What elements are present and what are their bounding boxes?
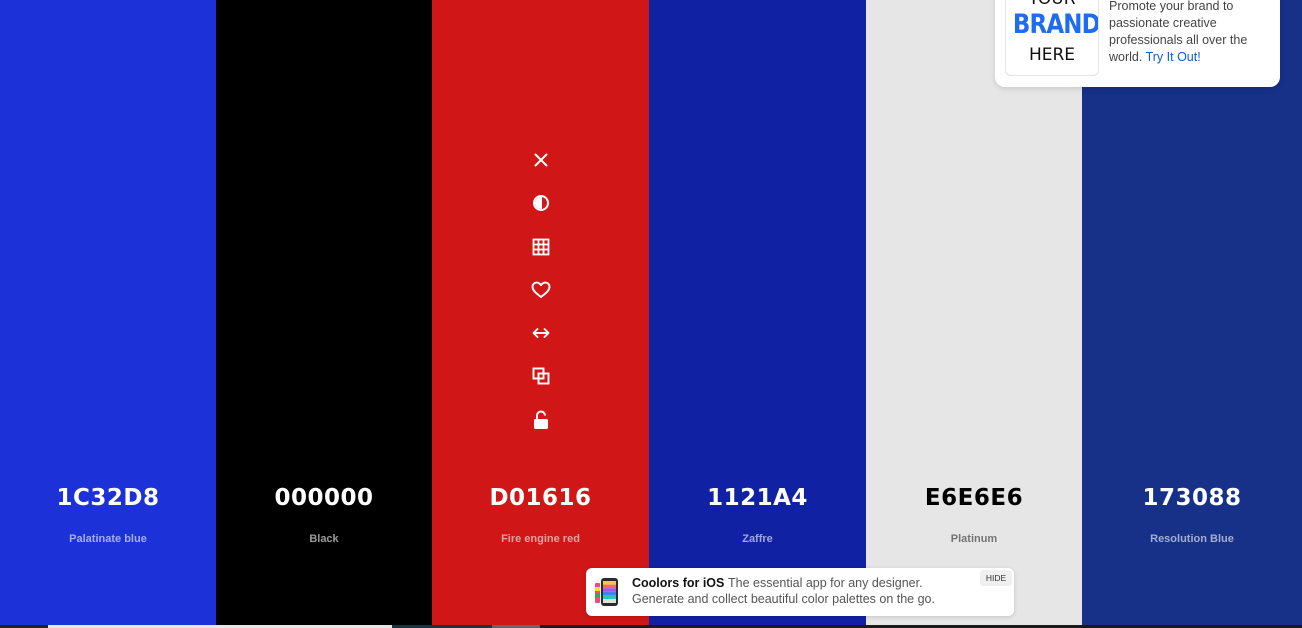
swatch-color-name[interactable]: Zaffre [649,531,866,547]
contrast-icon [532,195,549,212]
swatch-color-name[interactable]: Platinum [866,531,1082,547]
remove-color-button[interactable] [527,146,555,174]
ad-try-it-link[interactable]: Try It Out! [1146,50,1201,64]
drag-arrows-icon [532,328,549,339]
ios-banner-subtitle: Generate and collect beautiful color pal… [632,592,935,606]
swatch-palatinate-blue[interactable]: 1C32D8 Palatinate blue [0,0,216,628]
ios-banner-tagline: The essential app for any designer. [728,576,923,590]
view-shades-contrast-button[interactable] [527,189,555,217]
swatch-hex-code[interactable]: D01616 [432,480,649,516]
ad-logo-line-2: BRAND [1012,9,1099,40]
ios-banner-title: Coolors for iOS [632,576,725,590]
swatch-color-name[interactable]: Fire engine red [432,531,649,547]
swatch-toolbar [432,146,649,449]
hide-banner-button[interactable]: HIDE [980,570,1012,586]
swatch-hex-code[interactable]: E6E6E6 [866,480,1082,516]
swatch-color-name[interactable]: Resolution Blue [1082,531,1302,547]
ad-logo-line-3: HERE [1028,45,1076,65]
swatch-fire-engine-red[interactable]: D01616 Fire engine red [432,0,649,628]
close-icon [534,153,547,167]
view-shades-button[interactable] [527,233,555,261]
phone-palette-icon [595,578,618,606]
save-color-button[interactable] [527,276,555,304]
swatch-color-name[interactable]: Palatinate blue [0,531,216,547]
swatch-color-name[interactable]: Black [216,531,432,547]
swatch-zaffre[interactable]: 1121A4 Zaffre [649,0,866,628]
drag-color-button[interactable] [527,319,555,347]
sponsor-ad-card[interactable]: YOUR BRAND HERE Promote your brand to pa… [995,0,1280,87]
lock-color-button[interactable] [527,406,555,434]
swatch-hex-code[interactable]: 1121A4 [649,480,866,516]
swatch-hex-code[interactable]: 000000 [216,480,432,516]
unlock-icon [533,410,548,429]
ios-app-banner[interactable]: Coolors for iOS The essential app for an… [586,568,1014,616]
shades-grid-icon [532,238,549,255]
heart-icon [531,281,550,298]
swatch-resolution-blue[interactable]: 173088 Resolution Blue [1082,0,1302,628]
swatch-hex-code[interactable]: 1C32D8 [0,480,216,516]
swatch-black[interactable]: 000000 Black [216,0,432,628]
ad-copy: Promote your brand to passionate creativ… [1109,0,1269,66]
ad-brand-logo[interactable]: YOUR BRAND HERE [1005,0,1099,76]
copy-icon [532,368,549,385]
swatch-platinum[interactable]: E6E6E6 Platinum [866,0,1082,628]
swatch-hex-code[interactable]: 173088 [1082,480,1302,516]
copy-hex-button[interactable] [527,362,555,390]
palette: 1C32D8 Palatinate blue 000000 Black D016… [0,0,1302,628]
